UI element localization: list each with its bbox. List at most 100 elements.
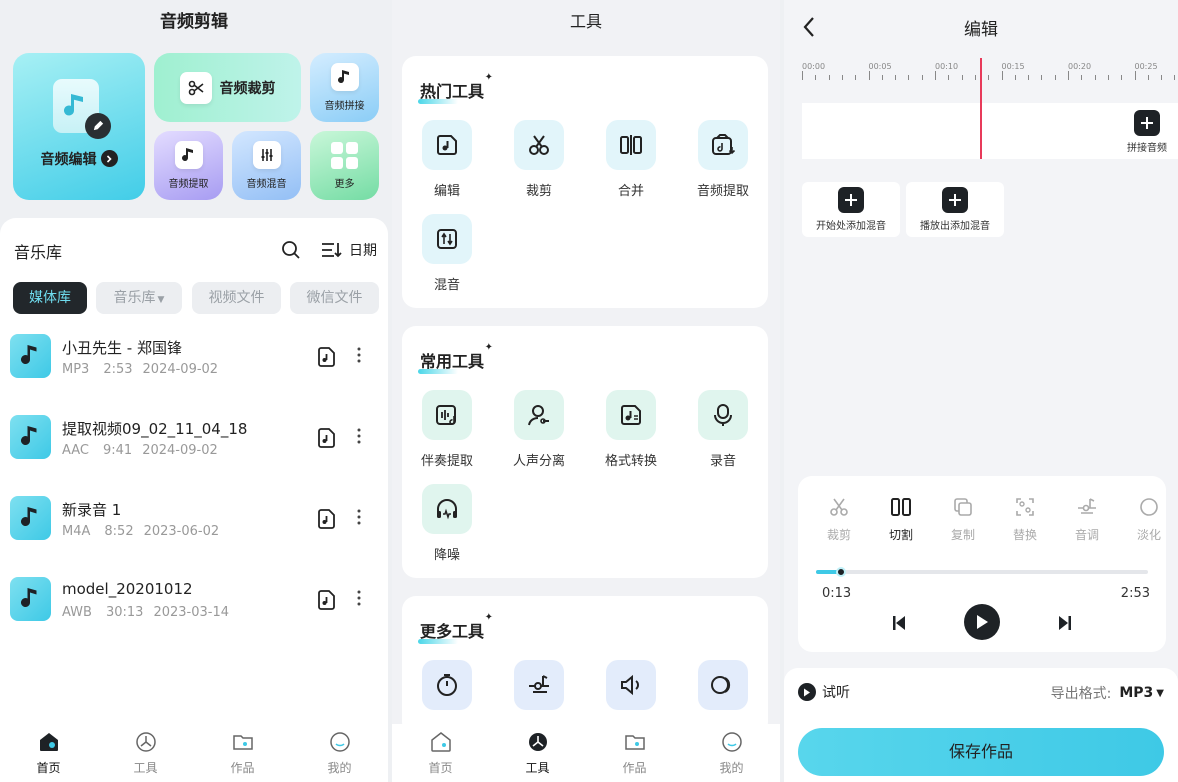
ruler-tick [841,75,843,80]
audio-mix-card[interactable]: 音频混音 [232,131,301,200]
tab-home[interactable]: 首页 [0,724,97,782]
tab-works[interactable]: 作品 [586,724,683,782]
tool-label: 合并 [617,184,644,199]
tool-format-convert[interactable]: 格式转换 [591,390,671,469]
ruler-tick [1054,75,1056,80]
filter-wechat-files[interactable]: 微信文件 [290,282,379,314]
save-button[interactable]: 保存作品 [798,728,1164,776]
audio-splice-card[interactable]: 音频拼接 [310,53,379,122]
control-split[interactable]: 切割 [872,496,930,543]
edit-file-icon[interactable] [316,508,336,530]
more-card[interactable]: 更多 [310,131,379,200]
tool-denoise[interactable]: 降噪 [407,484,487,563]
hot-tools-title: 热门工具 [420,82,485,101]
microphone-icon [698,390,748,440]
export-format-selector[interactable]: 导出格式: MP3 ▼ [1051,683,1164,703]
control-replace[interactable]: 替换 [996,496,1054,543]
file-row[interactable]: model_20201012 AWB 30:13 2023-03-14 [0,561,388,641]
more-options-icon[interactable] [356,508,362,526]
tab-home[interactable]: 首页 [392,724,489,782]
tool-merge[interactable]: 合并 [591,120,671,199]
control-label: 音调 [1074,528,1099,542]
volume-icon [606,660,656,710]
sort-button[interactable]: 日期 [321,240,377,260]
timeline-ruler[interactable]: 00:00 00:05 00:10 00:15 00:20 00:25 [802,58,1178,84]
tool-trim[interactable]: 裁剪 [499,120,579,199]
control-trim[interactable]: 裁剪 [810,496,868,543]
skip-forward-button[interactable] [1054,612,1076,634]
audio-extract-card[interactable]: 音频提取 [154,131,223,200]
tab-tools[interactable]: 工具 [97,724,194,782]
tool-volume[interactable] [591,660,671,720]
progress-track[interactable] [816,567,1148,577]
tab-mine-label: 我的 [719,760,744,775]
tab-mine[interactable]: 我的 [683,724,780,782]
file-row[interactable]: 提取视频09_02_11_04_18 AAC 9:41 2024-09-02 [0,399,388,479]
control-label: 裁剪 [826,528,851,542]
file-name: 新录音 1 [62,501,122,519]
tool-label: 降噪 [433,548,460,563]
format-convert-icon [606,390,656,440]
ruler-tick [921,75,923,80]
timer-icon [422,660,472,710]
splice-audio-button[interactable]: 拼接音频 [1122,110,1172,154]
audio-edit-label: 音频编辑 [40,151,97,168]
preview-toggle[interactable]: 试听 [798,682,850,702]
tool-speed[interactable] [407,660,487,720]
tab-mine-label: 我的 [327,760,352,775]
edit-file-icon[interactable] [316,589,336,611]
audio-edit-card[interactable]: 音频编辑 [13,53,145,200]
music-edit-icon [53,78,111,139]
more-options-icon[interactable] [356,346,362,364]
ruler-label: 00:15 [1001,62,1025,71]
tool-accompaniment[interactable]: 伴奏提取 [407,390,487,469]
more-label: 更多 [334,178,355,190]
time-current: 0:13 [822,586,852,601]
audio-trim-card[interactable]: 音频裁剪 [154,53,301,122]
progress-knob[interactable] [835,567,846,577]
plus-icon [1134,110,1160,136]
tab-mine[interactable]: 我的 [291,724,388,782]
common-tools-title: 常用工具 [420,352,485,371]
file-row[interactable]: 小丑先生 - 郑国锋 MP3 2:53 2024-09-02 [0,318,388,398]
tool-fade[interactable] [683,660,763,720]
add-mix-start-button[interactable]: 开始处添加混音 [802,182,900,237]
control-pitch[interactable]: 音调 [1058,496,1116,543]
edit-file-icon[interactable] [316,427,336,449]
file-row[interactable]: 新录音 1 M4A 8:52 2023-06-02 [0,480,388,560]
tab-works[interactable]: 作品 [194,724,291,782]
grid-icon [331,141,358,169]
playhead[interactable] [980,58,982,159]
edit-file-icon[interactable] [316,346,336,368]
scissors-icon [828,496,850,518]
tool-mix[interactable]: 混音 [407,214,487,293]
tool-label: 混音 [433,278,460,293]
ruler-label: 00:05 [868,62,892,71]
tool-edit[interactable]: 编辑 [407,120,487,199]
add-mix-play-button[interactable]: 播放出添加混音 [906,182,1004,237]
profile-icon [329,731,351,753]
file-name: 提取视频09_02_11_04_18 [62,420,248,438]
file-meta: M4A 8:52 2023-06-02 [62,524,219,539]
control-panel: 裁剪 切割 复制 替换 音调 淡化 0:13 2:53 [798,476,1166,652]
tool-audio-extract[interactable]: 音频提取 [683,120,763,199]
filter-video-files[interactable]: 视频文件 [192,282,281,314]
tab-tools[interactable]: 工具 [489,724,586,782]
play-button[interactable] [964,604,1000,640]
skip-back-button[interactable] [888,612,910,634]
control-label: 切割 [888,528,913,542]
play-circle-icon [798,683,816,701]
search-icon[interactable] [281,240,301,260]
split-icon [890,496,912,518]
more-options-icon[interactable] [356,427,362,445]
tool-vocal-separate[interactable]: 人声分离 [499,390,579,469]
tool-record[interactable]: 录音 [683,390,763,469]
file-meta: AAC 9:41 2024-09-02 [62,443,218,458]
filter-media-library[interactable]: 媒体库 [13,282,87,314]
control-copy[interactable]: 复制 [934,496,992,543]
plus-icon [942,187,968,213]
more-options-icon[interactable] [356,589,362,607]
control-fade[interactable]: 淡化 [1120,496,1166,543]
filter-music-library[interactable]: 音乐库 ▼ [96,282,182,314]
tool-pitch[interactable] [499,660,579,720]
